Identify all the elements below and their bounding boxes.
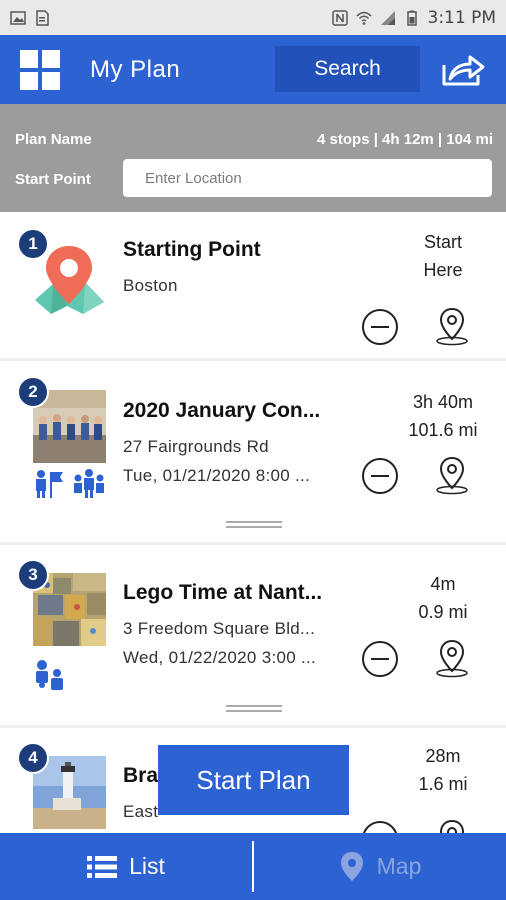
bottom-nav: List Map <box>0 833 506 900</box>
stop-meta: 3h 40m 101.6 mi <box>398 388 488 444</box>
share-icon[interactable] <box>440 53 486 87</box>
stop-meta: 4m 0.9 mi <box>398 570 488 626</box>
menu-grid-icon[interactable] <box>20 49 60 90</box>
stop-address: East <box>123 802 159 821</box>
stop-title: Bra <box>123 764 159 787</box>
stop-card-2[interactable]: 2 2020 January Con... 27 Fairgrounds Rd … <box>0 361 506 542</box>
status-time: 3:11 PM <box>427 7 497 28</box>
page-title: My Plan <box>90 55 181 83</box>
document-notification-icon <box>36 9 49 26</box>
map-pin-outline-icon[interactable] <box>433 455 471 495</box>
stop-meta: 28m 1.6 mi <box>398 742 488 798</box>
category-icons <box>33 468 105 498</box>
stop-address: Boston <box>123 276 178 295</box>
stop-number-badge: 2 <box>17 376 49 408</box>
stop-title: Starting Point <box>123 238 261 261</box>
map-marker-icon <box>340 851 363 881</box>
stop-travel-time: 28m <box>425 746 461 766</box>
stop-title: 2020 January Con... <box>123 399 321 422</box>
stop-meta-line1: Start <box>423 232 462 252</box>
stop-number-badge: 4 <box>17 742 49 774</box>
start-location-input[interactable] <box>123 159 492 197</box>
tab-list-label: List <box>129 853 165 879</box>
stop-travel-time: 3h 40m <box>412 392 474 412</box>
signal-icon <box>380 10 395 25</box>
stop-card-1[interactable]: 1 Starting Point Boston Start Here <box>0 212 506 358</box>
meeting-flag-icon <box>36 470 63 498</box>
image-notification-icon <box>10 10 26 25</box>
map-pin-outline-icon[interactable] <box>433 818 471 833</box>
stop-number-badge: 1 <box>17 228 49 260</box>
stop-datetime: Tue, 01/21/2020 8:00 ... <box>123 466 311 485</box>
stop-datetime: Wed, 01/22/2020 3:00 ... <box>123 648 317 667</box>
map-pin-outline-icon[interactable] <box>433 306 471 346</box>
status-bar: 3:11 PM <box>0 0 506 35</box>
plan-info-panel: Plan Name 4 stops | 4h 12m | 104 mi Star… <box>0 104 506 212</box>
tab-map-label: Map <box>376 853 422 879</box>
stop-distance: 0.9 mi <box>418 602 468 622</box>
status-right: 3:11 PM <box>331 7 497 28</box>
drag-handle[interactable] <box>226 705 282 713</box>
tab-map[interactable]: Map <box>254 833 506 900</box>
stop-distance: 1.6 mi <box>418 774 468 794</box>
tab-list[interactable]: List <box>0 833 252 900</box>
stops-list[interactable]: 1 Starting Point Boston Start Here 2 202… <box>0 212 506 833</box>
stop-meta: Start Here <box>398 228 488 284</box>
stop-distance: 101.6 mi <box>408 420 478 440</box>
start-point-label: Start Point <box>15 171 91 188</box>
stop-address: 27 Fairgrounds Rd <box>123 437 269 456</box>
remove-stop-icon[interactable] <box>361 640 399 678</box>
plan-name-label: Plan Name <box>15 131 92 148</box>
plan-summary: 4 stops | 4h 12m | 104 mi <box>317 131 493 148</box>
stop-address: 3 Freedom Square Bld... <box>123 619 316 638</box>
search-button[interactable]: Search <box>275 46 420 92</box>
wifi-icon <box>355 11 372 25</box>
list-icon <box>87 855 118 878</box>
status-left <box>10 9 50 26</box>
app-header: My Plan Search <box>0 35 506 104</box>
battery-icon <box>406 10 417 26</box>
drag-handle[interactable] <box>226 521 282 529</box>
start-plan-button[interactable]: Start Plan <box>158 745 349 815</box>
remove-stop-icon[interactable] <box>361 820 399 833</box>
nfc-icon <box>331 9 348 26</box>
stop-card-3[interactable]: 3 Lego Time at Nant... 3 Freedom Square … <box>0 545 506 725</box>
remove-stop-icon[interactable] <box>361 457 399 495</box>
stop-title: Lego Time at Nant... <box>123 581 323 604</box>
stop-travel-time: 4m <box>430 574 456 594</box>
people-group-icon <box>74 469 104 498</box>
stop-meta-line2: Here <box>423 260 463 280</box>
family-group-icon <box>36 660 63 690</box>
stop-number-badge: 3 <box>17 559 49 591</box>
map-pin-outline-icon[interactable] <box>433 638 471 678</box>
remove-stop-icon[interactable] <box>361 308 399 346</box>
